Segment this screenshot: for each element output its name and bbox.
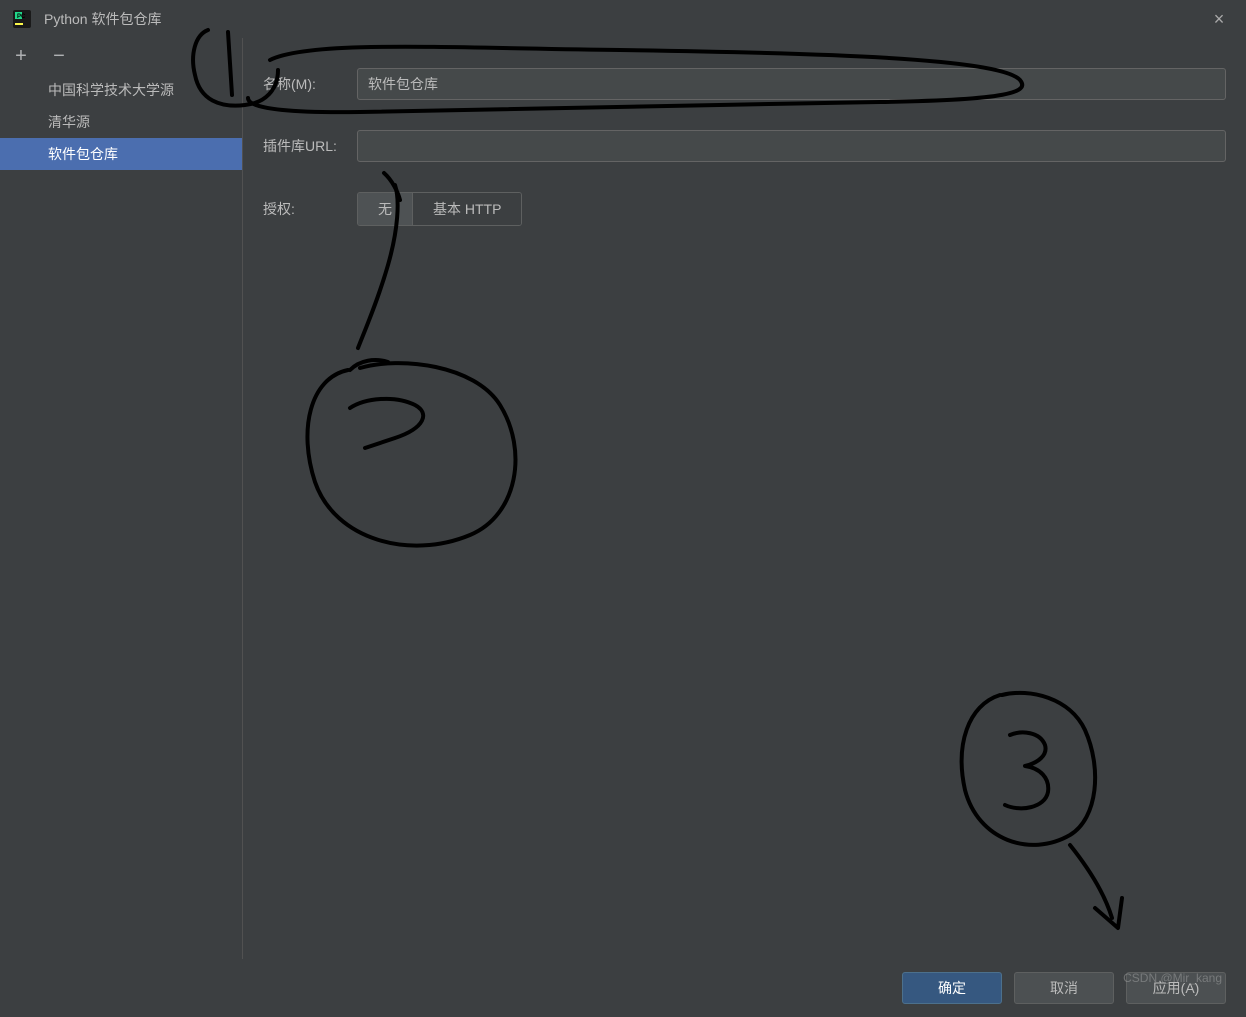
url-label: 插件库URL: — [263, 136, 357, 156]
name-input[interactable] — [357, 68, 1226, 100]
apply-button[interactable]: 应用(A) — [1126, 972, 1226, 1004]
list-item[interactable]: 清华源 — [0, 106, 242, 138]
list-item[interactable]: 软件包仓库 — [0, 138, 242, 170]
main-area: + − 中国科学技术大学源 清华源 软件包仓库 名称(M): 插件库URL: 授… — [0, 38, 1246, 959]
window-title: Python 软件包仓库 — [44, 9, 1204, 29]
sidebar-toolbar: + − — [0, 38, 242, 74]
repo-list: 中国科学技术大学源 清华源 软件包仓库 — [0, 74, 242, 959]
sidebar: + − 中国科学技术大学源 清华源 软件包仓库 — [0, 38, 243, 959]
close-button[interactable]: × — [1204, 4, 1234, 34]
auth-label: 授权: — [263, 199, 357, 219]
ok-button[interactable]: 确定 — [902, 972, 1002, 1004]
content-pane: 名称(M): 插件库URL: 授权: 无 基本 HTTP — [243, 38, 1246, 959]
dialog-footer: 确定 取消 应用(A) — [0, 959, 1246, 1017]
titlebar: PC Python 软件包仓库 × — [0, 0, 1246, 38]
form-row-name: 名称(M): — [263, 68, 1226, 100]
cancel-button[interactable]: 取消 — [1014, 972, 1114, 1004]
form-row-auth: 授权: 无 基本 HTTP — [263, 192, 1226, 226]
url-input[interactable] — [357, 130, 1226, 162]
name-label: 名称(M): — [263, 74, 357, 94]
auth-none-button[interactable]: 无 — [358, 193, 413, 225]
pycharm-icon: PC — [12, 9, 32, 29]
svg-text:PC: PC — [17, 14, 26, 20]
add-button[interactable]: + — [8, 43, 34, 69]
auth-segmented-control: 无 基本 HTTP — [357, 192, 522, 226]
form-row-url: 插件库URL: — [263, 130, 1226, 162]
remove-button[interactable]: − — [46, 43, 72, 69]
list-item[interactable]: 中国科学技术大学源 — [0, 74, 242, 106]
auth-basic-http-button[interactable]: 基本 HTTP — [413, 193, 521, 225]
